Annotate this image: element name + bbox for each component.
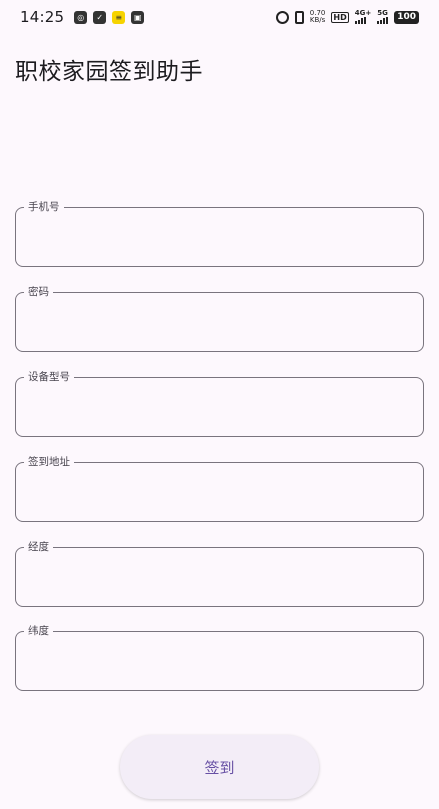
password-field[interactable]: 密码 — [15, 285, 424, 352]
password-field-label: 密码 — [24, 285, 53, 299]
signal-bars-icon — [377, 17, 389, 24]
page-title: 职校家园签到助手 — [15, 59, 203, 85]
status-left: 14:25 ◎ ✓ ≡ ▣ — [20, 8, 145, 26]
latitude-input[interactable] — [30, 650, 409, 674]
longitude-input[interactable] — [30, 566, 409, 590]
device-model-field[interactable]: 设备型号 — [15, 370, 424, 437]
battery-indicator: 100 — [394, 10, 419, 24]
shield-icon: ✓ — [93, 10, 107, 24]
address-field[interactable]: 签到地址 — [15, 455, 424, 522]
signal-bars-icon — [354, 17, 371, 24]
sign-in-button[interactable]: 签到 — [120, 735, 319, 799]
longitude-field[interactable]: 经度 — [15, 540, 424, 607]
vibrate-icon — [294, 10, 304, 24]
chat-icon: ◎ — [74, 10, 88, 24]
longitude-field-label: 经度 — [24, 540, 53, 554]
password-input[interactable] — [30, 311, 409, 335]
signal-5g-label: 5G — [377, 9, 388, 17]
status-bar: 14:25 ◎ ✓ ≡ ▣ 0.70 KB/s HD 4G+ 5G 100 — [0, 0, 439, 34]
network-speed: 0.70 KB/s — [310, 10, 326, 24]
signal-4g-label: 4G+ — [354, 9, 372, 17]
phone-field[interactable]: 手机号 — [15, 200, 424, 267]
hd-badge: HD — [331, 11, 349, 23]
status-time: 14:25 — [20, 8, 65, 26]
app-icon: ▣ — [131, 10, 145, 24]
phone-field-label: 手机号 — [24, 200, 64, 214]
device-model-field-label: 设备型号 — [24, 370, 74, 384]
address-input[interactable] — [30, 481, 409, 505]
phone-input[interactable] — [30, 226, 409, 250]
signal-5g: 5G — [377, 9, 389, 24]
status-right: 0.70 KB/s HD 4G+ 5G 100 — [275, 9, 419, 24]
network-speed-unit: KB/s — [309, 16, 326, 24]
latitude-field-label: 纬度 — [24, 624, 53, 638]
signal-4g: 4G+ — [354, 9, 372, 24]
news-icon: ≡ — [112, 10, 126, 24]
latitude-field[interactable]: 纬度 — [15, 624, 424, 691]
alarm-icon — [275, 10, 289, 24]
address-field-label: 签到地址 — [24, 455, 74, 469]
device-model-input[interactable] — [30, 396, 409, 420]
